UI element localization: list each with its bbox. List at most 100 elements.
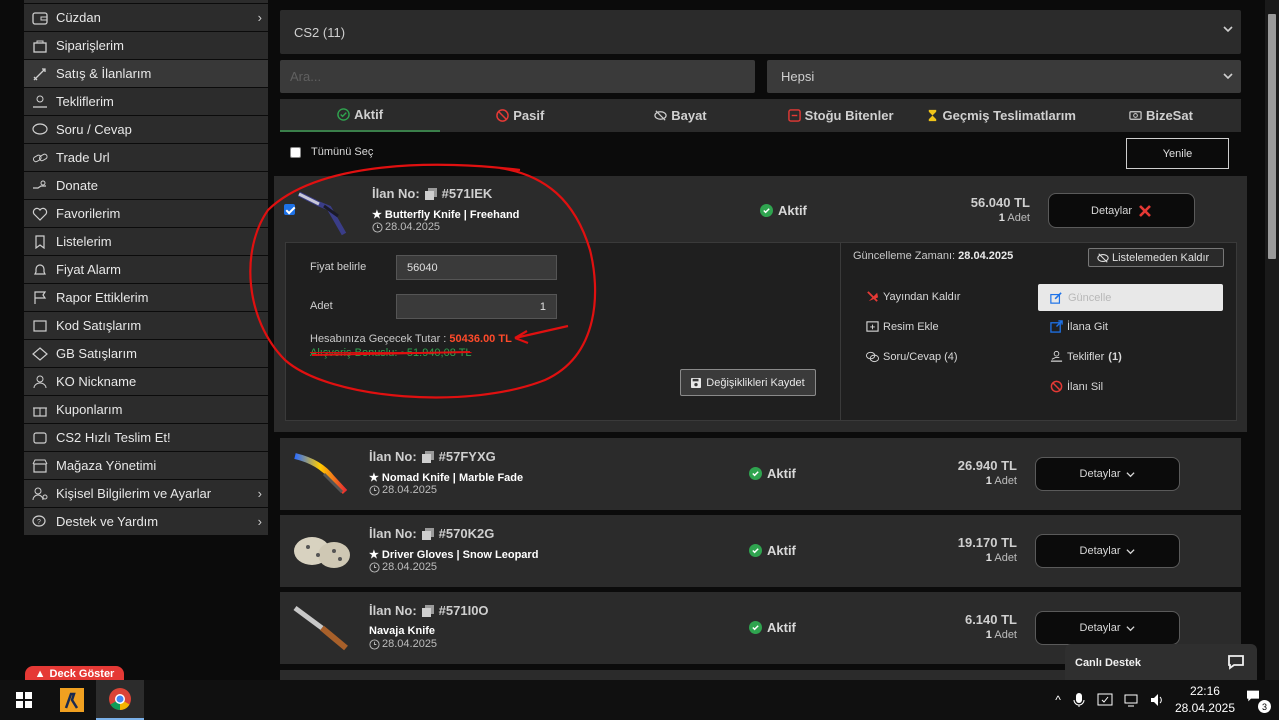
sidebar-item-label: CS2 Hızlı Teslim Et! [56, 430, 171, 445]
eye-slash-icon [1097, 252, 1109, 263]
qa-action[interactable]: Soru/Cevap (4) [866, 350, 958, 363]
chevron-up-icon[interactable]: ^ [1055, 693, 1061, 707]
item-name[interactable]: ★ Butterfly Knife | Freehand [372, 208, 519, 221]
money-icon [1129, 111, 1142, 120]
game-select[interactable]: CS2 (11) [280, 10, 1241, 54]
sidebar-item-wallet[interactable]: Cüzdan › [24, 4, 268, 32]
chrome-taskbar-app[interactable] [96, 680, 144, 720]
chevron-right-icon: › [257, 10, 262, 25]
minus-square-icon [787, 109, 801, 122]
listing-qty: 1 Adet [897, 475, 1017, 487]
external-link-icon [1050, 320, 1063, 333]
update-button[interactable]: Güncelle [1038, 284, 1223, 311]
item-name[interactable]: ★ Driver Gloves | Snow Leopard [369, 548, 538, 561]
sidebar-item-reports[interactable]: Rapor Ettiklerim [24, 284, 268, 312]
item-name[interactable]: ★ Nomad Knife | Marble Fade [369, 471, 523, 484]
copy-icon[interactable] [424, 187, 437, 200]
refresh-button[interactable]: Yenile [1126, 138, 1229, 169]
listing-price: 19.170 TL [957, 535, 1017, 550]
details-button[interactable]: Detaylar [1048, 193, 1195, 228]
details-button[interactable]: Detaylar [1035, 457, 1180, 491]
volume-icon[interactable] [1149, 692, 1165, 708]
sidebar-item-code-sales[interactable]: Kod Satışlarım [24, 312, 268, 340]
live-support-button[interactable]: Canlı Destek [1065, 644, 1257, 680]
close-icon [1139, 204, 1151, 217]
offers-action[interactable]: Teklifler (1) [1050, 350, 1122, 363]
network-icon[interactable] [1123, 692, 1139, 708]
listing-date: 28.04.2025 [369, 638, 437, 650]
sidebar-item-donate[interactable]: Donate [24, 172, 268, 200]
goto-listing-action[interactable]: İlana Git [1050, 320, 1108, 333]
show-deck-button[interactable]: ▲ Deck Göster [25, 666, 124, 680]
delete-listing-action[interactable]: İlanı Sil [1050, 380, 1103, 393]
user-icon [30, 374, 50, 390]
notification-center[interactable]: 3 [1245, 688, 1271, 713]
clock-time: 22:16 [1189, 684, 1220, 698]
copy-icon[interactable] [421, 604, 434, 617]
tab-past-deliveries[interactable]: Geçmiş Teslimatlarım [921, 99, 1081, 132]
check-circle-icon [749, 544, 762, 557]
listing-number: İlan No: #570K2G [369, 526, 494, 541]
sidebar-item-quick-delivery[interactable]: CS2 Hızlı Teslim Et! [24, 424, 268, 452]
copy-icon[interactable] [421, 450, 434, 463]
qty-value: 1 [985, 552, 992, 564]
scrollbar[interactable] [1265, 0, 1279, 680]
microphone-icon[interactable] [1071, 692, 1087, 708]
security-icon[interactable] [1097, 692, 1113, 708]
svg-text:?: ? [37, 519, 41, 526]
unpublish-action[interactable]: Yayından Kaldır [866, 290, 960, 303]
sidebar-item-offers[interactable]: Tekliflerim [24, 88, 268, 116]
sidebar-item-label: Mağaza Yönetimi [56, 458, 157, 473]
add-image-action[interactable]: Resim Ekle [866, 320, 939, 333]
sidebar-item-favorites[interactable]: Favorilerim [24, 200, 268, 228]
item-name[interactable]: Navaja Knife [369, 625, 435, 637]
tab-active[interactable]: Aktif [280, 99, 441, 132]
start-button[interactable] [0, 680, 48, 720]
update-time-label: Güncelleme Zamanı: [853, 250, 956, 262]
unlist-button[interactable]: Listelemeden Kaldır [1088, 248, 1224, 267]
sidebar-item-lists[interactable]: Listelerim [24, 228, 268, 256]
select-all[interactable]: Tümünü Seç [290, 146, 373, 158]
tab-stale[interactable]: Bayat [600, 99, 760, 132]
details-button[interactable]: Detaylar [1035, 611, 1180, 645]
status-label: Aktif [767, 466, 796, 481]
sword-icon [30, 66, 50, 82]
shopping-bag-icon [30, 38, 50, 54]
cs2-taskbar-app[interactable] [48, 680, 96, 720]
flag-icon [30, 290, 50, 306]
select-all-checkbox[interactable] [290, 146, 301, 158]
tab-bizesat[interactable]: BizeSat [1081, 99, 1241, 132]
sidebar-item-store[interactable]: Mağaza Yönetimi [24, 452, 268, 480]
chevron-down-icon [1126, 548, 1136, 554]
listing-number-label: İlan No: [369, 526, 417, 541]
bookmark-icon [30, 234, 50, 250]
sidebar-item-sales[interactable]: Satış & İlanlarım [24, 60, 268, 88]
tab-out-of-stock[interactable]: Stoğu Bitenler [761, 99, 921, 132]
status-badge: Aktif [749, 620, 796, 635]
sidebar-item-orders[interactable]: Siparişlerim [24, 32, 268, 60]
copy-icon[interactable] [421, 527, 434, 540]
tab-passive[interactable]: Pasif [440, 99, 600, 132]
sidebar-item-coupons[interactable]: Kuponlarım [24, 396, 268, 424]
clock[interactable]: 22:16 28.04.2025 [1175, 683, 1235, 717]
listing-qty: 1 Adet [910, 212, 1030, 224]
listing-number-label: İlan No: [372, 186, 420, 201]
qty-unit: Adet [994, 629, 1017, 641]
price-input[interactable] [396, 255, 557, 280]
details-button[interactable]: Detaylar [1035, 534, 1180, 568]
sidebar-item-trade-url[interactable]: Trade Url [24, 144, 268, 172]
system-tray: ^ 22:16 28.04.2025 3 [1055, 680, 1279, 720]
sidebar-item-personal-settings[interactable]: Kişisel Bilgilerim ve Ayarlar › [24, 480, 268, 508]
sidebar-item-qa[interactable]: Soru / Cevap [24, 116, 268, 144]
quantity-input[interactable] [396, 294, 557, 319]
windows-icon [16, 692, 32, 708]
save-changes-button[interactable]: Değişiklikleri Kaydet [680, 369, 816, 396]
type-select[interactable]: Hepsi [767, 60, 1241, 93]
status-label: Aktif [778, 203, 807, 218]
sidebar-item-support[interactable]: ? Destek ve Yardım › [24, 508, 268, 536]
sidebar-item-gb-sales[interactable]: GB Satışlarım [24, 340, 268, 368]
search-input[interactable] [280, 60, 755, 93]
sidebar-item-ko-nickname[interactable]: KO Nickname [24, 368, 268, 396]
sidebar-item-price-alarm[interactable]: Fiyat Alarm [24, 256, 268, 284]
scrollbar-thumb[interactable] [1268, 14, 1276, 259]
